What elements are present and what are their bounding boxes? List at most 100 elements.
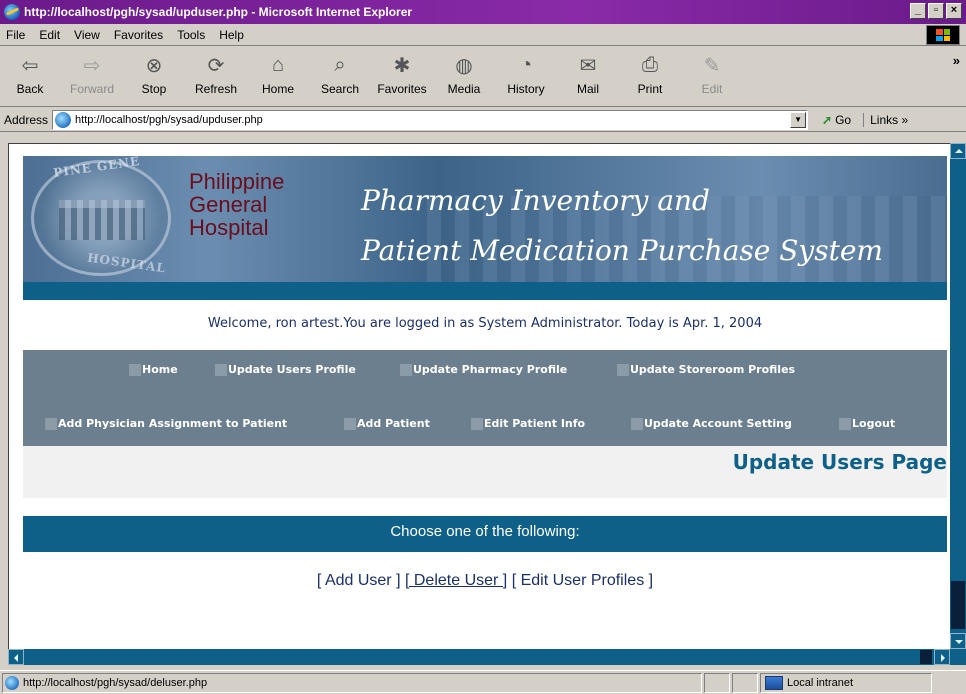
nav-add-patient[interactable]: Add Patient [344, 417, 430, 430]
stop-icon: ⊗ [145, 54, 163, 77]
status-pane [732, 672, 758, 693]
mail-button[interactable]: ✉ Mail [560, 50, 616, 104]
page-icon [55, 111, 72, 128]
system-title-line1: Pharmacy Inventory and [361, 184, 710, 217]
nav-bullet-icon [400, 363, 412, 376]
bracket-open: [ [316, 572, 325, 589]
address-dropdown-icon[interactable]: ▼ [790, 111, 807, 128]
go-button[interactable]: ➚ Go [822, 113, 851, 127]
nav-update-account-setting[interactable]: Update Account Setting [631, 417, 792, 430]
mail-icon: ✉ [579, 54, 597, 77]
page-viewport: PINE GENE HOSPITAL Philippine General Ho… [8, 143, 950, 649]
scroll-down-icon[interactable] [950, 633, 966, 649]
system-title-line2: Patient Medication Purchase System [361, 234, 883, 267]
window-controls: _ ▫ × [910, 3, 962, 19]
home-button[interactable]: ⌂ Home [250, 50, 306, 104]
edit-icon: ✎ [703, 54, 721, 77]
welcome-message: Welcome, ron artest.You are logged in as… [207, 316, 763, 331]
edit-button[interactable]: ✎ Edit [684, 50, 740, 104]
nav-add-physician-assignment[interactable]: Add Physician Assignment to Patient [45, 417, 287, 430]
nav-home[interactable]: Home [129, 363, 178, 376]
links-button[interactable]: Links » [863, 112, 908, 127]
print-label: Print [637, 82, 663, 96]
home-icon: ⌂ [271, 53, 285, 76]
seal-building-icon [59, 200, 145, 240]
nav-bullet-icon [215, 363, 227, 376]
bracket-sep: [ [507, 572, 521, 589]
maximize-button[interactable]: ▫ [928, 3, 944, 19]
home-label: Home [261, 82, 294, 96]
bracket-close: ] [644, 572, 654, 589]
window-title-bar[interactable]: http://localhost/pgh/sysad/upduser.php -… [0, 0, 966, 24]
close-button[interactable]: × [946, 3, 962, 19]
back-label: Back [16, 82, 44, 96]
horizontal-scroll-thumb[interactable] [920, 650, 932, 664]
menu-file[interactable]: File [6, 28, 25, 42]
media-icon: ◍ [455, 54, 473, 77]
menu-tools[interactable]: Tools [177, 28, 205, 42]
vertical-scroll-thumb[interactable] [951, 581, 965, 629]
menu-view[interactable]: View [74, 28, 100, 42]
banner-divider [23, 282, 947, 300]
scroll-left-icon[interactable] [8, 649, 24, 665]
search-label: Search [320, 82, 360, 96]
nav-edit-patient-info-label: Edit Patient Info [484, 417, 586, 430]
address-url: http://localhost/pgh/sysad/upduser.php [75, 113, 263, 126]
nav-bullet-icon [617, 363, 629, 376]
search-button[interactable]: ⌕ Search [312, 50, 368, 104]
back-button[interactable]: ⇦ Back [2, 50, 58, 104]
security-zone[interactable]: Local intranet [760, 672, 932, 693]
local-intranet-icon [765, 675, 783, 690]
nav-update-pharmacy-profile[interactable]: Update Pharmacy Profile [400, 363, 567, 376]
nav-update-storeroom-profiles[interactable]: Update Storeroom Profiles [617, 363, 795, 376]
nav-update-storeroom-profiles-label: Update Storeroom Profiles [630, 363, 796, 376]
favorites-button[interactable]: ✱ Favorites [374, 50, 430, 104]
nav-update-users-profile[interactable]: Update Users Profile [215, 363, 356, 376]
nav-bullet-icon [631, 417, 643, 430]
status-text-pane: http://localhost/pgh/sysad/deluser.php [2, 672, 702, 693]
scroll-right-icon[interactable] [934, 649, 950, 665]
forward-arrow-icon: ⇨ [83, 54, 101, 77]
horizontal-scrollbar[interactable] [8, 649, 950, 665]
favorites-icon: ✱ [393, 54, 411, 77]
go-arrow-icon: ➚ [822, 112, 833, 127]
nav-logout[interactable]: Logout [839, 417, 895, 430]
menu-edit[interactable]: Edit [39, 28, 60, 42]
status-bar: http://localhost/pgh/sysad/deluser.php L… [0, 670, 966, 694]
media-button[interactable]: ◍ Media [436, 50, 492, 104]
media-label: Media [447, 82, 481, 96]
forward-button[interactable]: ⇨ Forward [64, 50, 120, 104]
nav-bullet-icon [129, 363, 141, 376]
nav-update-users-profile-label: Update Users Profile [228, 363, 356, 376]
status-pane [704, 672, 730, 693]
address-label: Address [4, 112, 49, 127]
address-input[interactable]: http://localhost/pgh/sysad/upduser.php ▼ [52, 109, 809, 130]
vertical-scrollbar[interactable] [950, 143, 966, 649]
minimize-button[interactable]: _ [910, 3, 926, 19]
menu-favorites[interactable]: Favorites [114, 28, 163, 42]
delete-user-link[interactable]: [ Delete User ] [405, 572, 507, 589]
scroll-up-icon[interactable] [950, 143, 966, 159]
nav-update-account-setting-label: Update Account Setting [644, 417, 792, 430]
bracket-sep: ] [391, 572, 405, 589]
choose-prompt-bar: Choose one of the following: [23, 516, 947, 552]
nav-bullet-icon [45, 417, 57, 430]
favorites-label: Favorites [377, 82, 427, 96]
toolbar-overflow-chevron-icon[interactable]: » [953, 53, 960, 68]
nav-update-pharmacy-profile-label: Update Pharmacy Profile [413, 363, 568, 376]
edit-user-profiles-link[interactable]: Edit User Profiles [521, 572, 645, 589]
stop-button[interactable]: ⊗ Stop [126, 50, 182, 104]
back-arrow-icon: ⇦ [21, 54, 39, 77]
hospital-name-line2: General [189, 192, 268, 217]
menu-help[interactable]: Help [219, 28, 244, 42]
address-bar: Address http://localhost/pgh/sysad/updus… [0, 108, 966, 132]
status-text: http://localhost/pgh/sysad/deluser.php [23, 676, 208, 689]
nav-edit-patient-info[interactable]: Edit Patient Info [471, 417, 585, 430]
nav-add-patient-label: Add Patient [357, 417, 430, 430]
security-zone-label: Local intranet [787, 676, 854, 689]
add-user-link[interactable]: Add User [325, 572, 392, 589]
go-label: Go [835, 112, 852, 127]
print-button[interactable]: ⎙ Print [622, 50, 678, 104]
history-button[interactable]: ◔ History [498, 50, 554, 104]
refresh-button[interactable]: ⟳ Refresh [188, 50, 244, 104]
